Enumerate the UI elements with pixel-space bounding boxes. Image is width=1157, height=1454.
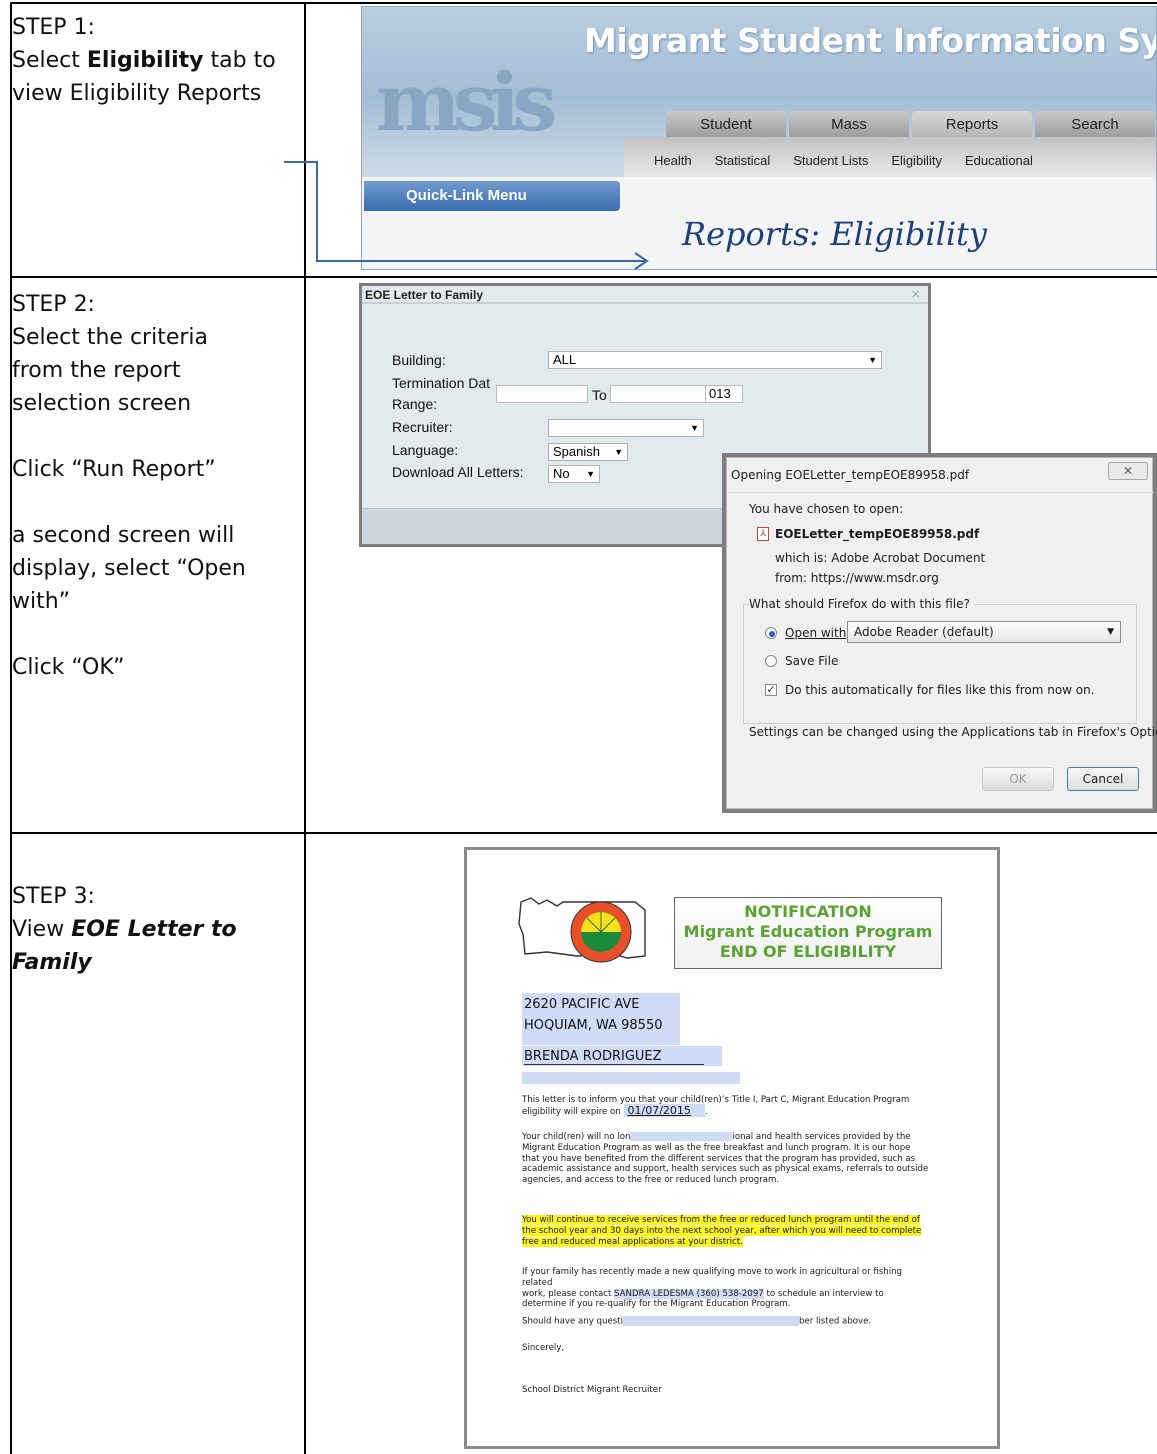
recruiter-contact: SANDRA LEDESMA (360) 538-2097 [614,1288,764,1299]
firefox-open-dialog: Opening EOELetter_tempEOE89958.pdf ✕ You… [722,453,1157,813]
notif-line-1: NOTIFICATION [744,902,872,921]
close-icon[interactable]: × [911,286,920,303]
step2-title: STEP 2: [12,292,95,317]
range-start-input[interactable] [496,385,588,403]
notif-line-2: Migrant Education Program [683,922,933,941]
cancel-button[interactable]: Cancel [1067,767,1139,791]
table-border-row2 [10,832,1157,834]
step2-instructions: STEP 2: Select the criteria from the rep… [12,288,292,684]
dialog-title: EOE Letter to Family [365,288,484,302]
filename-text: EOELetter_tempEOE89958.pdf [775,527,980,541]
building-label: Building: [392,352,446,368]
chevron-down-icon: ▼ [868,355,877,365]
expiry-date: 01/07/2015 [623,1103,705,1117]
recruiter-label: Recruiter: [392,419,453,435]
chevron-down-icon: ▼ [586,469,595,479]
do-automatically-checkbox[interactable]: ✓ [765,684,777,696]
range-end-input[interactable] [610,385,706,403]
ok-button[interactable]: OK [982,767,1054,791]
dialog-title: Opening EOELetter_tempEOE89958.pdf [731,468,970,482]
paragraph-5: Should have any questi ber listed above. [522,1316,872,1327]
download-select[interactable]: No ▼ [548,465,600,483]
step3-body: View EOE Letter to Family [12,917,237,975]
paragraph-1: This letter is to inform you that your c… [522,1095,910,1117]
chosen-text: You have chosen to open: [749,502,904,516]
save-file-radio[interactable] [765,655,777,667]
pointer-arrow-icon [284,161,649,270]
step2-line4: Click “OK” [12,655,125,680]
to-label: To [592,387,607,403]
building-select[interactable]: ALL ▼ [548,351,882,369]
do-automatically-label[interactable]: Do this automatically for files like thi… [785,683,1095,697]
close-button[interactable]: ✕ [1108,462,1148,480]
which-is-text: which is: Adobe Acrobat Document [775,551,986,565]
step2-line3: a second screen will display, select “Op… [12,523,246,614]
signature: School District Migrant Recruiter [522,1385,662,1395]
termination-label-1: Termination Dat [392,375,491,391]
termination-label-2: Range: [392,396,438,412]
paragraph-2: Your child(ren) will no lon ional and hea… [522,1132,929,1186]
redacted-span [630,1132,733,1141]
step2-line1: Select the criteria from the report sele… [12,325,209,416]
download-label: Download All Letters: [392,464,524,480]
open-with-app-select[interactable]: Adobe Reader (default) ▼ [847,621,1121,643]
migrant-education-seal-icon [518,897,646,963]
address-line-2: HOQUIAM, WA 98550 [524,1018,663,1033]
open-with-radio[interactable] [765,627,777,639]
settings-note: Settings can be changed using the Applic… [749,725,1157,739]
redacted-line [522,1072,740,1084]
redacted-span [622,1316,799,1326]
from-text: from: https://www.msdr.org [775,571,939,585]
eoe-letter-preview: NOTIFICATION Migrant Education Program E… [464,847,1000,1449]
address-line-1: 2620 PACIFIC AVE [524,997,640,1012]
pdf-file-icon: ⅄ [757,527,769,541]
range-end-extra-input[interactable]: 013 [705,385,743,403]
paragraph-3-highlighted: You will continue to receive services fr… [522,1215,922,1247]
recipient-name: BRENDA RODRIGUEZ [524,1049,704,1065]
language-select[interactable]: Spanish ▼ [548,443,628,461]
notif-line-3: END OF ELIGIBILITY [719,942,897,961]
notification-banner: NOTIFICATION Migrant Education Program E… [674,897,942,969]
closing: Sincerely, [522,1343,565,1353]
save-file-label[interactable]: Save File [785,654,838,668]
dialog-title-divider [362,302,928,304]
step3-instructions: STEP 3: View EOE Letter to Family [12,880,292,979]
step2-line2: Click “Run Report” [12,457,216,482]
open-with-label[interactable]: Open with [785,626,846,640]
question-text: What should Firefox do with this file? [749,597,974,611]
step3-title: STEP 3: [12,884,95,909]
chevron-down-icon: ▼ [1107,627,1114,637]
chevron-down-icon: ▼ [614,447,623,457]
firefox-dialog-body: Opening EOELetter_tempEOE89958.pdf ✕ You… [726,457,1157,809]
title-divider [727,492,1154,493]
paragraph-4: If your family has recently made a new q… [522,1267,902,1310]
language-label: Language: [392,442,459,458]
recruiter-select[interactable]: ▼ [548,419,704,437]
chevron-down-icon: ▼ [690,423,699,433]
